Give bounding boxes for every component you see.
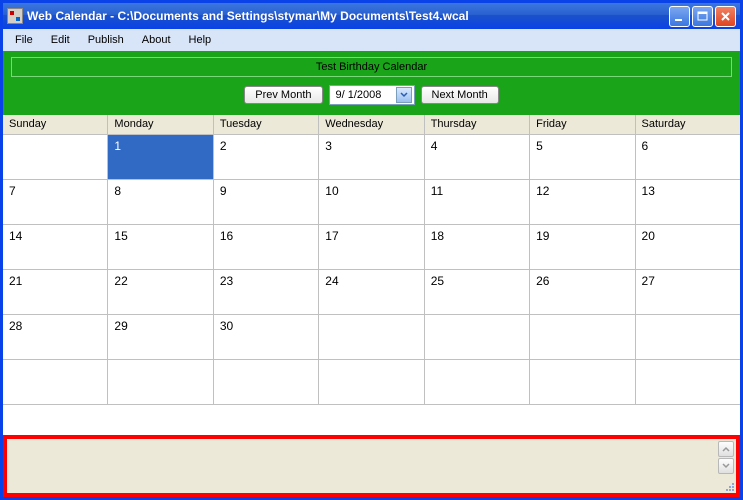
calendar-cell[interactable]: 6 [636, 135, 740, 180]
date-picker-dropdown-button[interactable] [396, 87, 412, 103]
app-icon [7, 8, 23, 24]
calendar-cell[interactable] [425, 360, 530, 405]
calendar-cell[interactable]: 11 [425, 180, 530, 225]
calendar-cell[interactable]: 7 [3, 180, 108, 225]
calendar-cell[interactable]: 28 [3, 315, 108, 360]
menu-publish[interactable]: Publish [80, 32, 132, 48]
prev-month-button[interactable]: Prev Month [244, 86, 322, 104]
app-window: Web Calendar - C:\Documents and Settings… [0, 0, 743, 500]
menubar: File Edit Publish About Help [3, 29, 740, 51]
minimize-icon [674, 11, 685, 22]
calendar-cell[interactable]: 15 [108, 225, 213, 270]
calendar-cell[interactable] [319, 315, 424, 360]
close-icon [720, 11, 731, 22]
scroll-buttons [718, 441, 734, 474]
calendar-grid: Sunday Monday Tuesday Wednesday Thursday… [3, 115, 740, 435]
calendar-cell[interactable] [636, 360, 740, 405]
window-title: Web Calendar - C:\Documents and Settings… [27, 9, 669, 23]
scroll-up-button[interactable] [718, 441, 734, 457]
calendar-cell[interactable]: 1 [108, 135, 213, 180]
header-monday[interactable]: Monday [108, 115, 213, 134]
calendar-row: 78910111213 [3, 180, 740, 225]
calendar-cell[interactable]: 9 [214, 180, 319, 225]
next-month-button[interactable]: Next Month [421, 86, 499, 104]
calendar-cell[interactable]: 4 [425, 135, 530, 180]
chevron-down-icon [722, 463, 730, 469]
calendar-cell[interactable]: 30 [214, 315, 319, 360]
calendar-row [3, 360, 740, 405]
calendar-cell[interactable]: 3 [319, 135, 424, 180]
calendar-cell[interactable]: 24 [319, 270, 424, 315]
calendar-row: 21222324252627 [3, 270, 740, 315]
resize-grip-icon[interactable] [722, 479, 736, 493]
calendar-cell[interactable]: 27 [636, 270, 740, 315]
calendar-cell[interactable]: 16 [214, 225, 319, 270]
window-controls [669, 6, 736, 27]
calendar-cell[interactable] [3, 135, 108, 180]
menu-about[interactable]: About [134, 32, 179, 48]
close-button[interactable] [715, 6, 736, 27]
calendar-cell[interactable] [636, 315, 740, 360]
scroll-down-button[interactable] [718, 458, 734, 474]
calendar-cell[interactable] [3, 360, 108, 405]
calendar-cell[interactable]: 17 [319, 225, 424, 270]
calendar-cell[interactable]: 29 [108, 315, 213, 360]
calendar-title: Test Birthday Calendar [11, 57, 732, 77]
calendar-cell[interactable]: 20 [636, 225, 740, 270]
menu-edit[interactable]: Edit [43, 32, 78, 48]
calendar-cell[interactable]: 14 [3, 225, 108, 270]
calendar-cell[interactable]: 8 [108, 180, 213, 225]
menu-help[interactable]: Help [181, 32, 220, 48]
calendar-cell[interactable]: 25 [425, 270, 530, 315]
calendar-cell[interactable]: 26 [530, 270, 635, 315]
calendar-row: 123456 [3, 135, 740, 180]
calendar-cell[interactable]: 5 [530, 135, 635, 180]
calendar-cell[interactable]: 10 [319, 180, 424, 225]
details-panel [3, 435, 740, 497]
header-thursday[interactable]: Thursday [425, 115, 530, 134]
calendar-cell[interactable] [108, 360, 213, 405]
calendar-cell[interactable] [530, 360, 635, 405]
header-wednesday[interactable]: Wednesday [319, 115, 424, 134]
calendar-cell[interactable]: 13 [636, 180, 740, 225]
date-picker[interactable]: 9/ 1/2008 [329, 85, 415, 105]
nav-row: Prev Month 9/ 1/2008 Next Month [11, 85, 732, 105]
calendar-cell[interactable]: 21 [3, 270, 108, 315]
calendar-cell[interactable] [530, 315, 635, 360]
calendar-cell[interactable]: 18 [425, 225, 530, 270]
date-picker-value: 9/ 1/2008 [336, 89, 382, 101]
calendar-cell[interactable]: 19 [530, 225, 635, 270]
calendar-body: 1234567891011121314151617181920212223242… [3, 135, 740, 405]
calendar-cell[interactable] [214, 360, 319, 405]
toolbar-panel: Test Birthday Calendar Prev Month 9/ 1/2… [3, 51, 740, 115]
calendar-cell[interactable]: 2 [214, 135, 319, 180]
chevron-down-icon [400, 92, 408, 98]
header-sunday[interactable]: Sunday [3, 115, 108, 134]
calendar-cell[interactable]: 23 [214, 270, 319, 315]
menu-file[interactable]: File [7, 32, 41, 48]
header-tuesday[interactable]: Tuesday [214, 115, 319, 134]
chevron-up-icon [722, 446, 730, 452]
header-friday[interactable]: Friday [530, 115, 635, 134]
maximize-icon [697, 11, 708, 22]
maximize-button[interactable] [692, 6, 713, 27]
calendar-cell[interactable]: 22 [108, 270, 213, 315]
calendar-row: 282930 [3, 315, 740, 360]
calendar-cell[interactable]: 12 [530, 180, 635, 225]
calendar-cell[interactable] [425, 315, 530, 360]
titlebar[interactable]: Web Calendar - C:\Documents and Settings… [3, 3, 740, 29]
calendar-cell[interactable] [319, 360, 424, 405]
minimize-button[interactable] [669, 6, 690, 27]
header-saturday[interactable]: Saturday [636, 115, 740, 134]
calendar-header-row: Sunday Monday Tuesday Wednesday Thursday… [3, 115, 740, 135]
calendar-row: 14151617181920 [3, 225, 740, 270]
